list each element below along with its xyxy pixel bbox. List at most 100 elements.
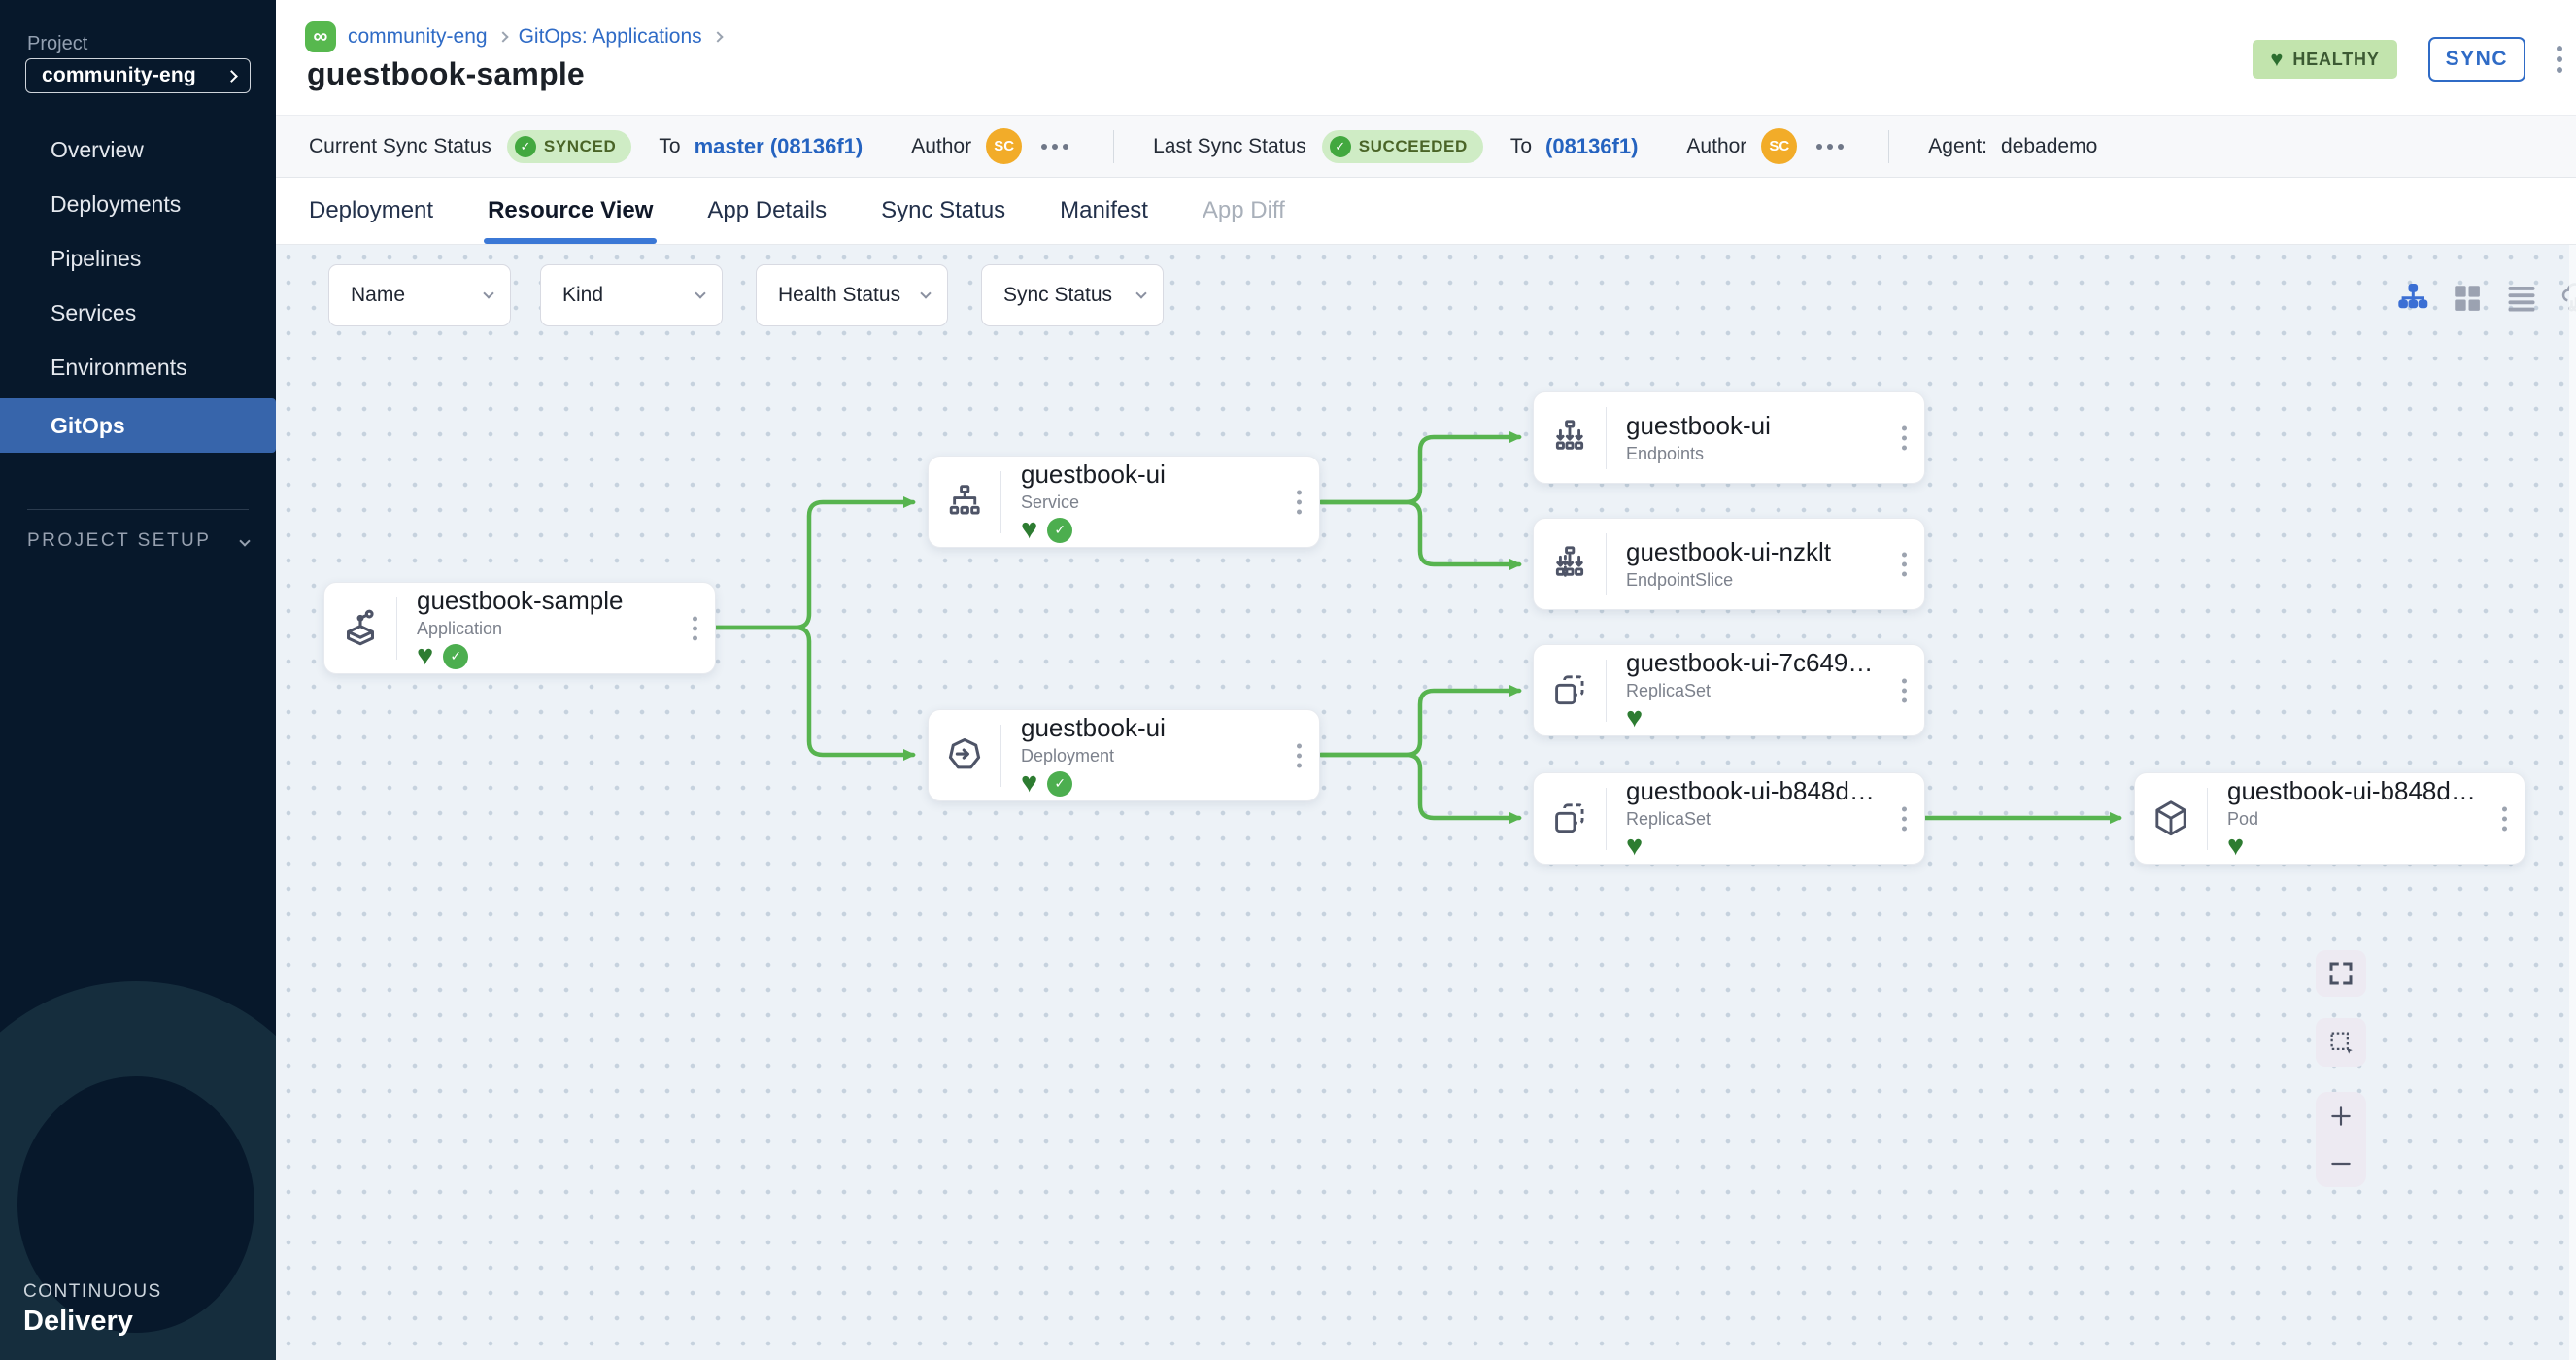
node-endpoints-guestbook-ui[interactable]: guestbook-ui Endpoints [1533, 391, 1925, 484]
current-sync-status-label: Current Sync Status [309, 135, 491, 158]
commit-more-icon[interactable] [1041, 144, 1068, 150]
health-status-badge: ♥ HEALTHY [2253, 40, 2396, 79]
sidebar-item-environments[interactable]: Environments [0, 340, 276, 394]
project-label: Project [27, 33, 87, 55]
node-more-icon[interactable] [693, 616, 697, 640]
node-service-guestbook-ui[interactable]: guestbook-ui Service ♥ ✓ [928, 456, 1320, 548]
filter-health-status-dropdown[interactable]: Health Status [756, 264, 948, 326]
zoom-control [2316, 1092, 2366, 1187]
sidebar-item-deployments[interactable]: Deployments [0, 177, 276, 231]
node-kind: ReplicaSet [1626, 809, 1883, 830]
view-toggle-group [2395, 281, 2576, 316]
project-selector-value: community-eng [42, 64, 196, 87]
sidebar-item-overview[interactable]: Overview [0, 122, 276, 177]
chevron-down-icon [1135, 288, 1146, 298]
filter-name-dropdown[interactable]: Name [328, 264, 511, 326]
node-more-icon[interactable] [1902, 678, 1907, 702]
gitops-infinity-icon: ∞ [305, 21, 336, 52]
node-title: guestbook-ui-b848d5d9d [1626, 776, 1883, 806]
commit-more-icon[interactable] [1816, 144, 1844, 150]
brand-line-delivery: Delivery [23, 1304, 162, 1339]
breadcrumb-applications-link[interactable]: GitOps: Applications [519, 25, 702, 49]
node-kind: Service [1021, 493, 1166, 513]
heart-icon: ♥ [2270, 47, 2283, 72]
endpointslice-icon [1534, 542, 1606, 587]
healthy-heart-icon: ♥ [1021, 769, 1037, 798]
node-deployment-guestbook-ui[interactable]: guestbook-ui Deployment ♥ ✓ [928, 709, 1320, 801]
module-brand: CONTINUOUS Delivery [23, 1280, 162, 1339]
application-icon [324, 606, 396, 651]
marquee-zoom-button[interactable] [2316, 1018, 2366, 1067]
node-more-icon[interactable] [1297, 490, 1302, 514]
node-title: guestbook-ui [1021, 713, 1166, 743]
filter-sync-status-dropdown[interactable]: Sync Status [981, 264, 1164, 326]
tab-resource-view[interactable]: Resource View [488, 178, 653, 244]
current-revision-link[interactable]: master (08136f1) [695, 134, 864, 159]
healthy-heart-icon: ♥ [2227, 833, 2244, 861]
healthy-heart-icon: ♥ [1626, 833, 1643, 861]
chevron-down-icon [239, 535, 250, 546]
author-label: Author [911, 135, 971, 158]
sidebar-item-pipelines[interactable]: Pipelines [0, 231, 276, 286]
node-more-icon[interactable] [1902, 425, 1907, 450]
replicaset-icon [1534, 668, 1606, 713]
filter-kind-dropdown[interactable]: Kind [540, 264, 723, 326]
tree-view-icon[interactable] [2395, 281, 2430, 316]
node-more-icon[interactable] [2502, 806, 2507, 831]
synced-check-icon: ✓ [1047, 771, 1072, 797]
filter-bar: Name Kind Health Status Sync Status [328, 264, 1164, 326]
tab-deployment[interactable]: Deployment [309, 178, 433, 244]
page-title: guestbook-sample [307, 56, 585, 92]
node-application-guestbook-sample[interactable]: guestbook-sample Application ♥ ✓ [323, 582, 716, 674]
page-header: ∞ community-eng GitOps: Applications gue… [276, 0, 2576, 115]
tab-sync-status[interactable]: Sync Status [881, 178, 1005, 244]
breadcrumb: ∞ community-eng GitOps: Applications [305, 21, 722, 52]
last-revision-link[interactable]: (08136f1) [1545, 134, 1638, 159]
node-title: guestbook-ui-nzklt [1626, 537, 1831, 567]
chevron-down-icon [695, 288, 705, 298]
sidebar-divider [27, 509, 249, 510]
node-more-icon[interactable] [1902, 552, 1907, 576]
node-kind: EndpointSlice [1626, 570, 1831, 591]
sidebar-item-services[interactable]: Services [0, 286, 276, 340]
status-bar: Current Sync Status ✓ SYNCED To master (… [276, 115, 2576, 178]
more-options-icon[interactable] [2557, 46, 2562, 73]
header-actions: ♥ HEALTHY SYNC [2253, 37, 2562, 82]
author-label: Author [1686, 135, 1746, 158]
author-avatar: SC [1761, 128, 1797, 164]
project-setup-toggle[interactable]: PROJECT SETUP [27, 530, 249, 552]
sync-button[interactable]: SYNC [2428, 37, 2525, 82]
list-view-icon[interactable] [2504, 281, 2539, 316]
node-endpointslice-guestbook-ui-nzklt[interactable]: guestbook-ui-nzklt EndpointSlice [1533, 518, 1925, 610]
project-selector[interactable]: community-eng [25, 58, 251, 93]
chevron-down-icon [920, 288, 931, 298]
node-kind: Application [417, 619, 623, 639]
synced-check-icon: ✓ [1047, 518, 1072, 543]
tab-app-diff: App Diff [1203, 178, 1285, 244]
status-divider [1888, 130, 1889, 163]
scrollbar-track[interactable] [2569, 245, 2576, 1360]
node-replicaset-guestbook-ui-7c64987dc9[interactable]: guestbook-ui-7c64987dc9 ReplicaSet ♥ [1533, 644, 1925, 736]
synced-badge: ✓ SYNCED [507, 130, 631, 163]
node-kind: Pod [2227, 809, 2485, 830]
tab-manifest[interactable]: Manifest [1060, 178, 1148, 244]
node-pod-guestbook-ui-b848d5d9[interactable]: guestbook-ui-b848d5d9... Pod ♥ [2134, 772, 2525, 865]
tab-bar: Deployment Resource View App Details Syn… [276, 178, 2576, 245]
tab-app-details[interactable]: App Details [707, 178, 827, 244]
node-more-icon[interactable] [1902, 806, 1907, 831]
grid-view-icon[interactable] [2450, 281, 2485, 316]
to-label: To [1510, 135, 1532, 158]
breadcrumb-separator-icon [712, 31, 723, 42]
node-replicaset-guestbook-ui-b848d5d9d[interactable]: guestbook-ui-b848d5d9d ReplicaSet ♥ [1533, 772, 1925, 865]
agent-value: debademo [2001, 135, 2097, 158]
fullscreen-button[interactable] [2316, 950, 2366, 997]
breadcrumb-separator-icon [497, 31, 508, 42]
node-more-icon[interactable] [1297, 743, 1302, 767]
deployment-icon [929, 733, 1000, 778]
to-label: To [659, 135, 680, 158]
node-title: guestbook-ui-7c64987dc9 [1626, 648, 1883, 678]
breadcrumb-project-link[interactable]: community-eng [348, 25, 488, 49]
zoom-out-button[interactable] [2316, 1141, 2366, 1186]
sidebar-item-gitops[interactable]: GitOps [0, 398, 276, 453]
zoom-in-button[interactable] [2316, 1094, 2366, 1139]
